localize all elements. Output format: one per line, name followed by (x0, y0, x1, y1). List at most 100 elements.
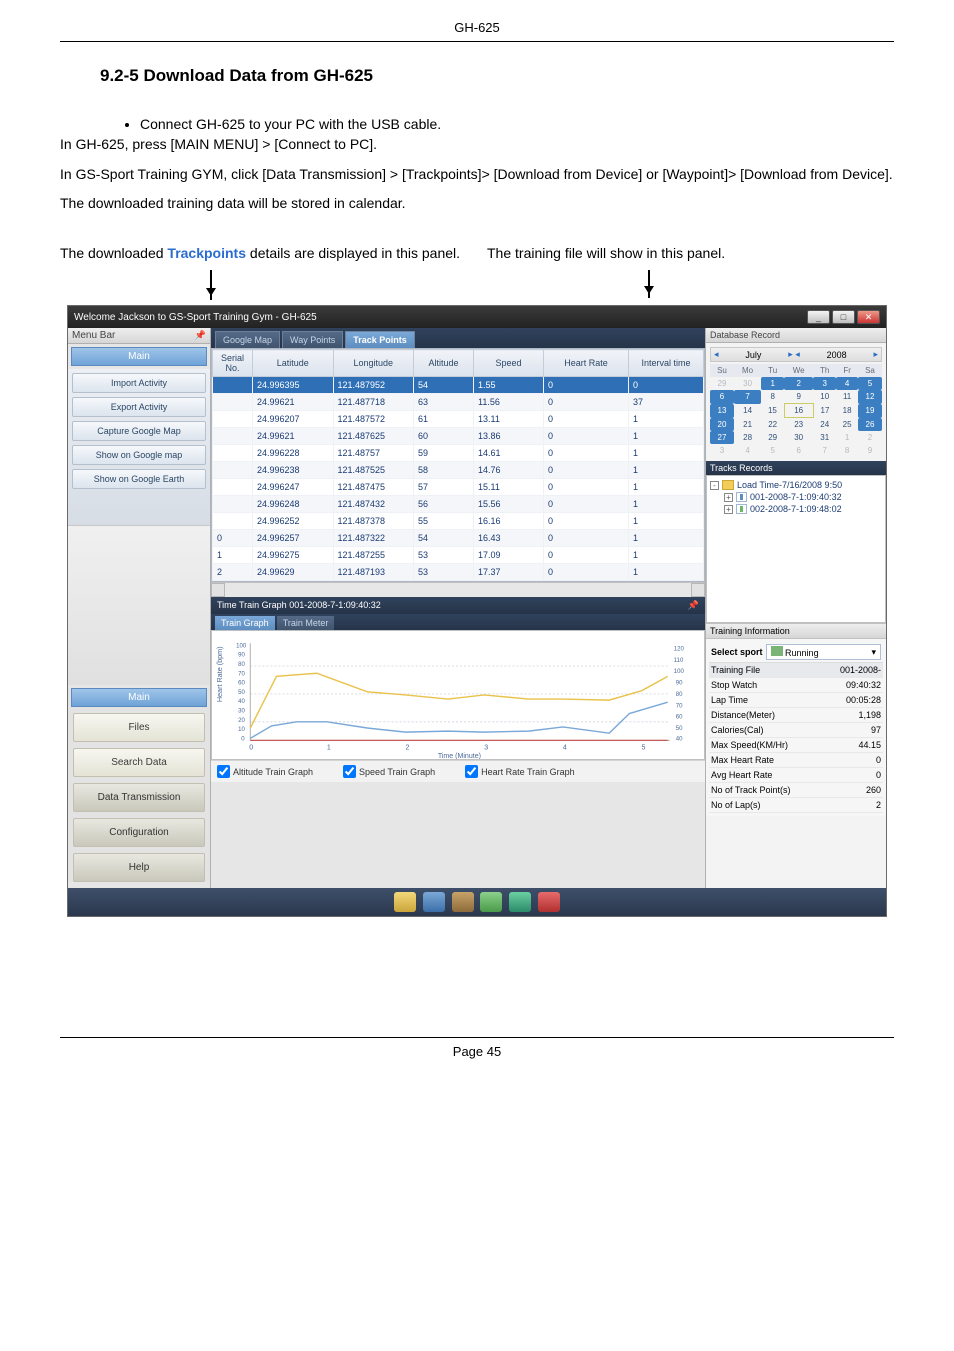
sub-tab-train-graph[interactable]: Train Graph (215, 616, 275, 630)
cal-day[interactable]: 30 (734, 377, 761, 390)
table-row[interactable]: 24.996238121.4875255814.7601 (213, 462, 704, 479)
cal-day[interactable]: 6 (710, 390, 734, 404)
col-alt[interactable]: Altitude (414, 350, 474, 377)
col-lon[interactable]: Longitude (333, 350, 414, 377)
titlebar[interactable]: Welcome Jackson to GS-Sport Training Gym… (68, 306, 886, 328)
cal-next-year[interactable]: ▸ (873, 349, 878, 360)
cal-day[interactable]: 27 (710, 431, 734, 444)
table-row[interactable]: 24.996395121.487952541.5500 (213, 377, 704, 394)
toolbar-btn-2[interactable] (423, 892, 445, 912)
max-button[interactable]: □ (832, 310, 855, 324)
cal-day[interactable]: 6 (784, 444, 813, 457)
cal-day[interactable]: 3 (813, 377, 836, 390)
chart-area[interactable]: Heart Rate (bpm) 10090807060 50403020100… (211, 630, 705, 760)
cal-day[interactable]: 16 (784, 404, 813, 418)
btn-export-activity[interactable]: Export Activity (72, 397, 206, 417)
btn-import-activity[interactable]: Import Activity (72, 373, 206, 393)
col-lat[interactable]: Latitude (253, 350, 334, 377)
cal-day[interactable]: 10 (813, 390, 836, 404)
cal-day[interactable]: 4 (734, 444, 761, 457)
cal-day[interactable]: 2 (858, 431, 882, 444)
cal-day[interactable]: 17 (813, 404, 836, 418)
toolbar-btn-4[interactable] (480, 892, 502, 912)
chk-altitude[interactable]: Altitude Train Graph (217, 765, 313, 778)
chk-speed[interactable]: Speed Train Graph (343, 765, 435, 778)
table-row[interactable]: 224.99629121.4871935317.3701 (213, 564, 704, 581)
graph-pin-icon[interactable]: 📌 (688, 600, 699, 611)
tab-google-map[interactable]: Google Map (215, 331, 280, 348)
cal-day[interactable]: 9 (784, 390, 813, 404)
col-serial[interactable]: Serial No. (213, 350, 253, 377)
chk-heartrate[interactable]: Heart Rate Train Graph (465, 765, 575, 778)
btn-show-google-earth[interactable]: Show on Google Earth (72, 469, 206, 489)
cal-day[interactable]: 19 (858, 404, 882, 418)
cal-year[interactable]: 2008 (827, 350, 847, 360)
cal-day[interactable]: 9 (858, 444, 882, 457)
cal-day[interactable]: 24 (813, 418, 836, 432)
sec-btn-search[interactable]: Search Data (73, 748, 205, 777)
sub-tab-train-meter[interactable]: Train Meter (277, 616, 335, 630)
cal-day[interactable]: 7 (813, 444, 836, 457)
cal-day[interactable]: 30 (784, 431, 813, 444)
cal-day[interactable]: 29 (710, 377, 734, 390)
cal-day[interactable]: 3 (710, 444, 734, 457)
calendar[interactable]: ◂ July ▸ ◂ 2008 ▸ SuMoTuWeThFrSa29301234… (706, 343, 886, 461)
sec-btn-help[interactable]: Help (73, 853, 205, 882)
cal-prev-year[interactable]: ◂ (714, 349, 719, 360)
cal-day[interactable]: 7 (734, 390, 761, 404)
cal-day[interactable]: 8 (761, 390, 784, 404)
table-row[interactable]: 124.996275121.4872555317.0901 (213, 547, 704, 564)
sec-btn-configuration[interactable]: Configuration (73, 818, 205, 847)
cal-day[interactable]: 18 (836, 404, 858, 418)
cal-day[interactable]: 26 (858, 418, 882, 432)
min-button[interactable]: _ (807, 310, 830, 324)
table-row[interactable]: 24.996207121.4875726113.1101 (213, 411, 704, 428)
cal-day[interactable]: 11 (836, 390, 858, 404)
btn-capture-google-map[interactable]: Capture Google Map (72, 421, 206, 441)
cal-day[interactable]: 20 (710, 418, 734, 432)
table-row[interactable]: 24.996248121.4874325615.5601 (213, 496, 704, 513)
cal-month[interactable]: July (745, 350, 761, 360)
cal-day[interactable]: 28 (734, 431, 761, 444)
toolbar-btn-3[interactable] (452, 892, 474, 912)
select-sport[interactable]: Running▾ (766, 644, 881, 660)
table-row[interactable]: 24.99621121.4876256013.8601 (213, 428, 704, 445)
cal-day[interactable]: 13 (710, 404, 734, 418)
cal-day[interactable]: 23 (784, 418, 813, 432)
table-row[interactable]: 24.996228121.487575914.6101 (213, 445, 704, 462)
tab-way-points[interactable]: Way Points (282, 331, 343, 348)
toolbar-btn-1[interactable] (394, 892, 416, 912)
cal-day[interactable]: 2 (784, 377, 813, 390)
sec-main[interactable]: Main (71, 688, 207, 707)
toolbar-btn-5[interactable] (509, 892, 531, 912)
cal-day[interactable]: 29 (761, 431, 784, 444)
toolbar-btn-close[interactable] (538, 892, 560, 912)
col-interval[interactable]: Interval time (629, 350, 704, 377)
trackpoints-grid[interactable]: Serial No. Latitude Longitude Altitude S… (212, 349, 704, 582)
cal-day[interactable]: 12 (858, 390, 882, 404)
tab-track-points[interactable]: Track Points (345, 331, 415, 348)
table-row[interactable]: 24.996252121.4873785516.1601 (213, 513, 704, 530)
close-button[interactable]: ✕ (857, 310, 880, 324)
cal-day[interactable]: 1 (836, 431, 858, 444)
cal-day[interactable]: 4 (836, 377, 858, 390)
tracks-tree[interactable]: -Load Time-7/16/2008 9:50 +001-2008-7-1:… (706, 475, 886, 623)
btn-show-google-map[interactable]: Show on Google map (72, 445, 206, 465)
cal-day[interactable]: 5 (858, 377, 882, 390)
cal-day[interactable]: 25 (836, 418, 858, 432)
sec-btn-data-transmission[interactable]: Data Transmission (73, 783, 205, 812)
table-row[interactable]: 024.996257121.4873225416.4301 (213, 530, 704, 547)
h-scrollbar[interactable] (211, 582, 705, 597)
sec-btn-files[interactable]: Files (73, 713, 205, 742)
cal-day[interactable]: 15 (761, 404, 784, 418)
table-row[interactable]: 24.99621121.4877186311.56037 (213, 394, 704, 411)
cal-day[interactable]: 8 (836, 444, 858, 457)
main-tab[interactable]: Main (71, 347, 207, 366)
cal-day[interactable]: 5 (761, 444, 784, 457)
cal-day[interactable]: 22 (761, 418, 784, 432)
pin-icon[interactable]: 📌 (195, 330, 206, 341)
cal-day[interactable]: 14 (734, 404, 761, 418)
col-hr[interactable]: Heart Rate (544, 350, 629, 377)
table-row[interactable]: 24.996247121.4874755715.1101 (213, 479, 704, 496)
cal-day[interactable]: 1 (761, 377, 784, 390)
